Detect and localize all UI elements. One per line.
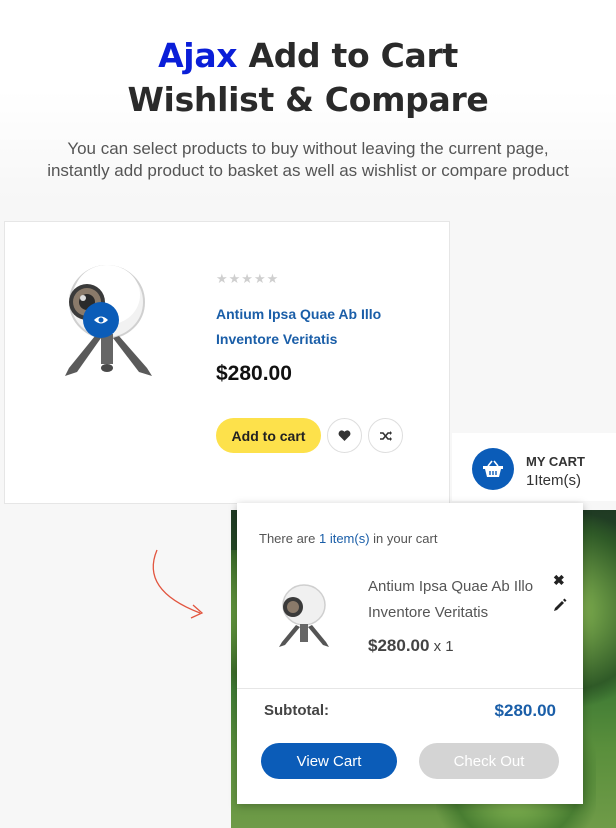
hero-title-line2: Wishlist & Compare (127, 80, 489, 119)
hero-heading: Ajax Add to Cart Wishlist & Compare (0, 34, 616, 122)
basket-button[interactable] (472, 448, 514, 490)
hero-title-accent: Ajax (158, 36, 238, 75)
divider (237, 688, 583, 689)
product-price: $280.00 (216, 362, 292, 385)
subtotal-value: $280.00 (494, 701, 556, 720)
cart-dropdown: There are 1 item(s) in your cart Antium … (237, 503, 583, 804)
quick-view-button[interactable] (83, 302, 119, 338)
cart-item-image[interactable] (275, 579, 333, 651)
curved-arrow-icon (152, 549, 204, 619)
hero-subtitle-line1: You can select products to buy without l… (67, 139, 549, 158)
cart-item-name-link[interactable]: Antium Ipsa Quae Ab Illo Inventore Verit… (368, 574, 548, 626)
compare-button[interactable] (368, 418, 403, 453)
heart-icon (338, 429, 351, 441)
hero-subtitle-line2: instantly add product to basket as well … (47, 161, 569, 180)
rating-stars: ★★★★★ (216, 271, 280, 286)
product-name-link[interactable]: Antium Ipsa Quae Ab Illo Inventore Verit… (216, 302, 416, 352)
add-to-cart-button[interactable]: Add to cart (216, 418, 321, 453)
cart-summary-suffix: in your cart (369, 531, 438, 546)
cart-summary-text: There are 1 item(s) in your cart (259, 531, 437, 546)
wishlist-button[interactable] (327, 418, 362, 453)
view-cart-button[interactable]: View Cart (261, 743, 397, 779)
edit-item-pencil-icon[interactable] (553, 598, 567, 612)
remove-item-button[interactable]: ✖ (553, 572, 565, 589)
shuffle-icon (379, 430, 392, 441)
mini-cart-count: 1Item(s) (526, 472, 582, 489)
eye-icon (94, 316, 108, 324)
cart-item-count-link[interactable]: 1 item(s) (319, 531, 370, 546)
cart-summary-prefix: There are (259, 531, 319, 546)
checkout-button[interactable]: Check Out (419, 743, 559, 779)
basket-icon (483, 460, 503, 477)
hero-title: Ajax Add to Cart (0, 34, 616, 78)
mini-cart-header[interactable]: MY CART 1Item(s) (452, 433, 616, 501)
mini-cart-title: MY CART (526, 454, 585, 469)
product-card: ★★★★★ Antium Ipsa Quae Ab Illo Inventore… (4, 221, 450, 504)
cart-item-price-value: $280.00 (368, 636, 430, 655)
cart-item-qty: x 1 (429, 638, 454, 655)
subtotal-label: Subtotal: (264, 702, 329, 719)
hero-title-line1: Add to Cart (237, 36, 458, 75)
hero-subtitle: You can select products to buy without l… (0, 138, 616, 182)
cart-item-price: $280.00 x 1 (368, 636, 454, 656)
